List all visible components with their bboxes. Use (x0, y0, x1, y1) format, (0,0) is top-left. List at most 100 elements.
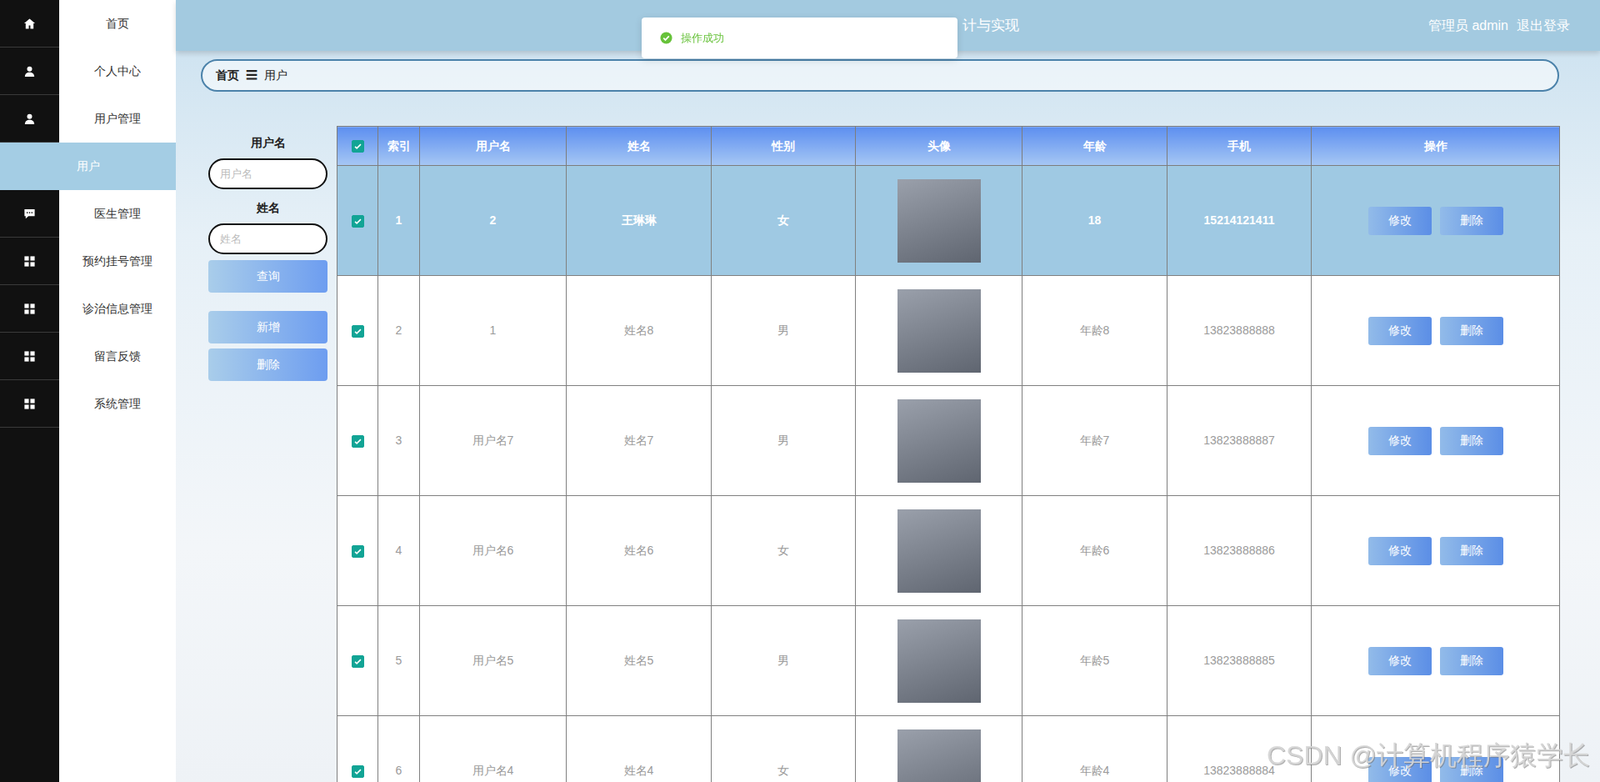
avatar-image (897, 399, 981, 483)
edit-button[interactable]: 修改 (1368, 426, 1432, 455)
home-icon (23, 17, 36, 30)
table-cell: 用户名6 (420, 495, 567, 606)
grid-icon (23, 255, 36, 268)
checkbox[interactable] (351, 215, 365, 228)
table-cell: 年龄7 (1022, 385, 1168, 496)
table-row[interactable]: 12王琳琳女1815214121411修改删除 (337, 165, 1560, 276)
delete-button[interactable]: 删除 (1440, 316, 1504, 345)
breadcrumb: 首页 ☰ 用户 (200, 59, 1560, 92)
column-header: 索引 (378, 126, 420, 166)
table-cell: 13823888888 (1167, 275, 1312, 386)
sidebar: 首页个人中心用户管理用户医生管理预约挂号管理诊治信息管理留言反馈系统管理 (0, 0, 176, 782)
table-row[interactable]: 3用户名7姓名7男年龄713823888887修改删除 (337, 385, 1560, 496)
table-cell: 男 (711, 385, 856, 496)
table-cell: 18 (1022, 165, 1168, 276)
table-row[interactable]: 6用户名4姓名4女年龄413823888884修改删除 (337, 715, 1560, 782)
edit-button[interactable]: 修改 (1368, 206, 1432, 235)
table-cell: 年龄8 (1022, 275, 1168, 386)
avatar-image (897, 509, 981, 593)
search-panel: 用户名姓名查询新增删除 (208, 125, 328, 782)
check-icon (353, 436, 363, 446)
table-cell: 男 (711, 605, 856, 716)
table-cell: 男 (711, 275, 856, 386)
message-icon (23, 207, 36, 220)
sidebar-item[interactable]: 系统管理 (0, 380, 176, 428)
table-cell: 年龄6 (1022, 495, 1168, 606)
checkbox[interactable] (351, 545, 365, 558)
table-cell: 13823888887 (1167, 385, 1312, 496)
edit-button[interactable]: 修改 (1368, 316, 1432, 345)
table-cell: 1 (378, 165, 420, 276)
sidebar-item[interactable]: 首页 (0, 0, 176, 48)
column-header: 手机 (1167, 126, 1312, 166)
sidebar-item[interactable]: 个人中心 (0, 47, 176, 95)
breadcrumb-item: 用户 (264, 66, 288, 85)
table-cell: 姓名6 (566, 495, 712, 606)
sidebar-item[interactable]: 诊治信息管理 (0, 285, 176, 333)
checkbox[interactable] (351, 435, 365, 448)
sidebar-item[interactable]: 用户 (0, 142, 176, 190)
sidebar-label: 医生管理 (59, 190, 176, 238)
sidebar-item[interactable]: 留言反馈 (0, 332, 176, 380)
user-label: 管理员 admin (1428, 15, 1509, 36)
delete-button[interactable]: 删除 (1440, 756, 1504, 782)
search-button[interactable]: 删除 (208, 348, 328, 381)
table-row[interactable]: 4用户名6姓名6女年龄613823888886修改删除 (337, 495, 1560, 606)
table-row[interactable]: 21姓名8男年龄813823888888修改删除 (337, 275, 1560, 386)
table-cell: 姓名7 (566, 385, 712, 496)
icon-cell (0, 190, 60, 238)
person-icon (23, 112, 36, 125)
sidebar-label: 预约挂号管理 (59, 237, 176, 285)
table-cell: 姓名5 (566, 605, 712, 716)
checkbox[interactable] (351, 655, 365, 668)
success-icon (660, 31, 673, 45)
delete-button[interactable]: 删除 (1440, 206, 1504, 235)
edit-button[interactable]: 修改 (1368, 536, 1432, 565)
column-header: 年龄 (1022, 126, 1168, 166)
edit-button[interactable]: 修改 (1368, 756, 1432, 782)
search-input[interactable] (208, 223, 328, 255)
user-table: 索引用户名姓名性别头像年龄手机操作12王琳琳女1815214121411修改删除… (336, 125, 1560, 782)
icon-cell (0, 380, 60, 428)
table-row[interactable]: 5用户名5姓名5男年龄513823888885修改删除 (337, 605, 1560, 716)
person-icon (23, 65, 36, 78)
sidebar-item[interactable]: 医生管理 (0, 190, 176, 238)
avatar-image (897, 619, 981, 703)
search-input[interactable] (208, 158, 328, 190)
avatar-image (897, 179, 981, 263)
sidebar-label: 诊治信息管理 (59, 285, 176, 333)
search-button[interactable]: 查询 (208, 260, 328, 293)
check-icon (353, 546, 363, 556)
check-icon (353, 326, 363, 336)
edit-button[interactable]: 修改 (1368, 646, 1432, 675)
breadcrumb-item[interactable]: 首页 (215, 66, 240, 85)
grid-icon (23, 350, 36, 363)
search-button[interactable]: 新增 (208, 310, 328, 344)
site-title: 计与实现 (962, 15, 1020, 37)
table-cell: 姓名8 (566, 275, 712, 386)
delete-button[interactable]: 删除 (1440, 536, 1504, 565)
logout-link[interactable]: 退出登录 (1516, 15, 1570, 36)
table-cell: 女 (711, 715, 856, 782)
icon-cell (0, 0, 60, 48)
sidebar-label: 系统管理 (59, 380, 176, 428)
success-toast: 操作成功 (641, 17, 958, 59)
sidebar-item[interactable]: 预约挂号管理 (0, 237, 176, 285)
icon-cell (0, 95, 60, 143)
checkbox[interactable] (351, 325, 365, 338)
table-cell: 4 (378, 495, 420, 606)
sidebar-label: 首页 (59, 0, 176, 48)
sidebar-label: 用户 (76, 157, 100, 175)
grid-icon (23, 302, 36, 315)
table-cell: 13823888886 (1167, 495, 1312, 606)
sidebar-item[interactable]: 用户管理 (0, 95, 176, 143)
watermark: CSDN @计算机程序猿学长 (1266, 735, 1590, 775)
field-label: 姓名 (208, 199, 328, 217)
checkbox[interactable] (351, 765, 365, 778)
checkbox[interactable] (351, 140, 365, 153)
column-header: 性别 (711, 126, 856, 166)
delete-button[interactable]: 删除 (1440, 426, 1504, 455)
delete-button[interactable]: 删除 (1440, 646, 1504, 675)
breadcrumb-separator: ☰ (245, 66, 258, 85)
table-cell: 姓名4 (566, 715, 712, 782)
